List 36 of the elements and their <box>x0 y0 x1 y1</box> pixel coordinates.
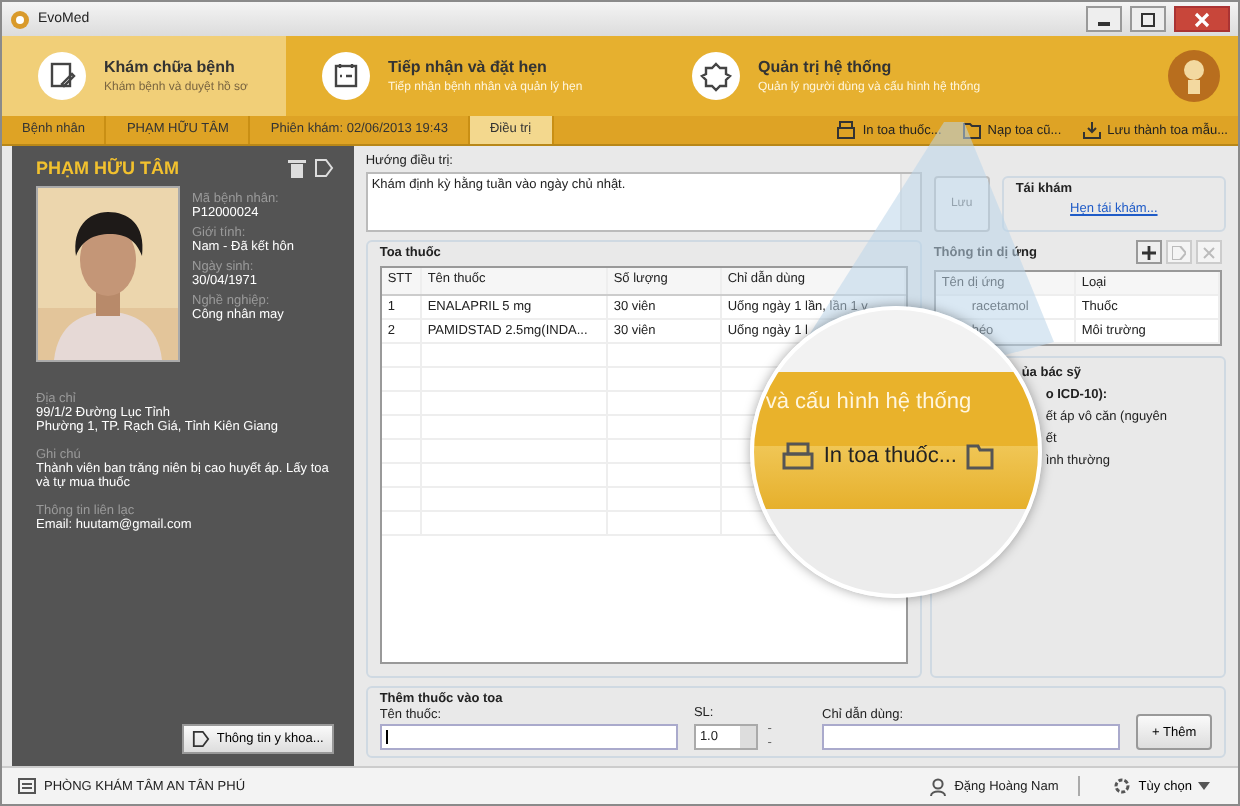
building-icon <box>18 778 36 794</box>
folder-icon <box>961 120 982 140</box>
caret-icon <box>1198 782 1210 790</box>
gear-icon <box>692 52 740 100</box>
edit-icon <box>192 730 211 748</box>
tab-title: Tiếp nhận và đặt hẹn <box>388 58 549 76</box>
print-prescription-button[interactable]: In toa thuốc... <box>823 444 957 468</box>
tab-title: Quản trị hệ thống <box>758 58 894 76</box>
printer-icon <box>836 120 857 140</box>
user-icon <box>930 777 947 795</box>
logo-icon <box>1166 48 1222 104</box>
trash-icon <box>287 158 306 178</box>
close-icon <box>1202 245 1216 259</box>
add-button[interactable] <box>1136 240 1162 264</box>
folder-icon <box>966 442 995 470</box>
maximize-icon <box>1140 11 1156 27</box>
tab-title: Khám chữa bệnh <box>104 58 237 76</box>
plus-icon <box>1142 245 1156 259</box>
calendar-icon <box>322 52 370 100</box>
download-icon <box>1081 120 1102 140</box>
gear-icon <box>1112 776 1133 796</box>
edit-icon <box>313 158 334 178</box>
instruction-field[interactable] <box>822 724 1121 750</box>
delete-button[interactable] <box>1196 240 1222 264</box>
close-icon <box>1194 11 1210 27</box>
app-logo-icon <box>10 9 30 29</box>
maximize-button[interactable] <box>1130 6 1166 32</box>
patient-name: PHẠM HỮU TÂM <box>36 158 179 178</box>
printer-icon <box>781 442 814 470</box>
magnified-subtitle: và cấu hình hệ thống <box>765 390 974 414</box>
drug-name-field[interactable] <box>379 724 678 750</box>
minimize-button[interactable] <box>1086 6 1122 32</box>
close-button[interactable] <box>1174 6 1230 32</box>
notepad-icon <box>38 52 86 100</box>
edit-icon <box>1172 245 1186 259</box>
scrollbar[interactable] <box>899 174 920 230</box>
